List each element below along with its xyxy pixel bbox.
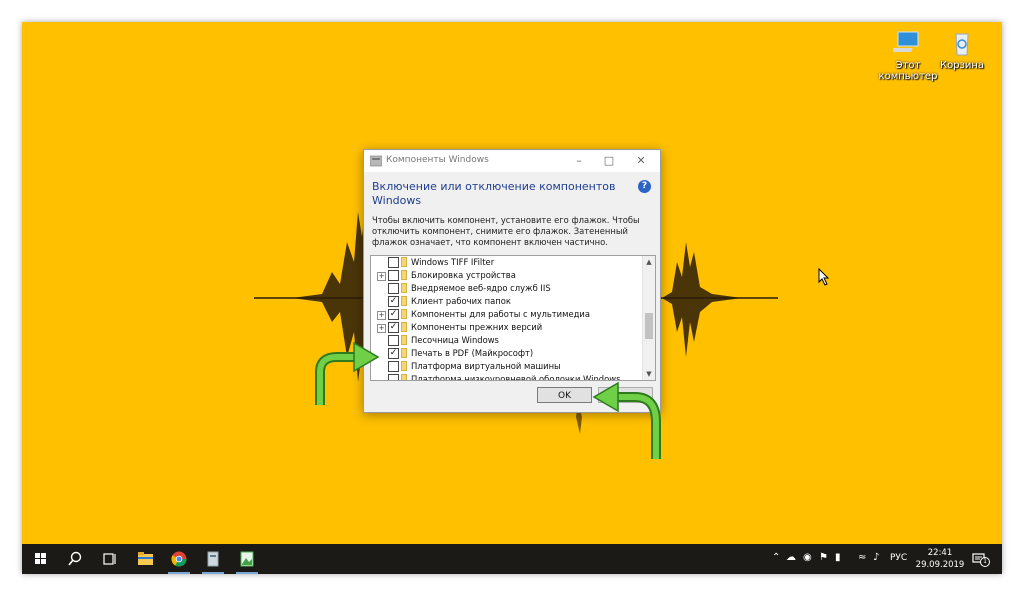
tree-scrollbar[interactable]: ▲ ▼ [642,256,655,380]
dialog-titlebar[interactable]: Компоненты Windows – □ ✕ [364,150,660,172]
battery-icon[interactable]: ▮ [835,552,841,563]
taskbar-explorer[interactable] [128,544,162,574]
feature-checkbox[interactable] [388,283,399,294]
folder-icon [401,322,407,332]
recycle-bin-label: Корзина [939,60,985,71]
recycle-bin-icon [955,33,969,56]
feature-row[interactable]: + ✓ Компоненты прежних версий [371,321,641,334]
desktop-screen: Этот компьютер Корзина Компоненты Window… [22,22,1002,574]
feature-row[interactable]: + ✓ Компоненты для работы с мультимедиа [371,308,641,321]
feature-row[interactable]: ✓ Клиент рабочих папок [371,295,641,308]
feature-label: Внедряемое веб-ядро служб IIS [411,283,551,293]
expand-icon[interactable]: + [377,272,386,281]
feature-checkbox[interactable] [388,361,399,372]
feature-checkbox[interactable]: ✓ [388,348,399,359]
clock[interactable]: 22:41 29.09.2019 [912,547,968,571]
taskbar-app[interactable] [196,544,230,574]
language-indicator[interactable]: РУС [890,553,907,563]
recycle-bin-desktop-icon[interactable]: Корзина [927,28,997,71]
task-view-icon [103,553,116,565]
taskbar-editor[interactable] [230,544,264,574]
help-icon[interactable]: ? [638,180,651,193]
folder-icon [401,374,407,380]
expand-icon[interactable]: + [377,311,386,320]
network-icon[interactable]: ≈ [858,552,866,563]
tray-chevron-icon[interactable]: ⌃ [772,552,780,563]
close-button[interactable]: ✕ [626,152,656,170]
folder-icon [401,270,407,280]
annotation-arrow-right [592,381,661,459]
feature-label: Блокировка устройства [411,270,516,280]
minimize-button[interactable]: – [564,152,594,170]
volume-icon[interactable]: ♪ [873,552,879,563]
feature-label: Компоненты для работы с мультимедиа [411,309,590,319]
feature-label: Песочница Windows [411,335,499,345]
dialog-description: Чтобы включить компонент, установите его… [372,215,640,247]
start-button[interactable] [24,544,58,574]
onedrive-icon[interactable]: ☁ [786,552,796,563]
windows-features-icon [370,155,382,167]
feature-row[interactable]: Внедряемое веб-ядро служб IIS [371,282,641,295]
task-view-button[interactable] [92,544,126,574]
search-button[interactable] [58,544,92,574]
folder-icon [401,309,407,319]
clock-time: 22:41 [927,548,953,558]
feature-label: Компоненты прежних версий [411,322,543,332]
feature-label: Печать в PDF (Майкрософт) [411,348,534,358]
feature-label: Платформа виртуальной машины [411,361,561,371]
clock-date: 29.09.2019 [915,560,965,570]
feature-checkbox[interactable] [388,257,399,268]
flag-icon[interactable]: ⚑ [819,552,828,563]
folder-icon [401,335,407,345]
mouse-cursor-icon [818,268,830,286]
windows-logo-icon [35,553,46,564]
feature-checkbox[interactable]: ✓ [388,296,399,307]
app-icon [207,551,219,567]
folder-icon [401,361,407,371]
feature-checkbox[interactable] [388,374,399,380]
folder-icon [138,552,153,565]
feature-checkbox[interactable]: ✓ [388,309,399,320]
folder-icon [401,283,407,293]
dialog-title: Компоненты Windows [386,155,489,165]
taskbar-chrome[interactable] [162,544,196,574]
maximize-button[interactable]: □ [594,152,624,170]
feature-row[interactable]: Песочница Windows [371,334,641,347]
chrome-icon [171,551,187,567]
feature-checkbox[interactable]: ✓ [388,322,399,333]
feature-row[interactable]: + Блокировка устройства [371,269,641,282]
scroll-up-icon[interactable]: ▲ [643,256,655,268]
feature-checkbox[interactable] [388,270,399,281]
search-icon [68,551,82,566]
folder-icon [401,348,407,358]
notification-count: 1 [980,557,990,567]
image-editor-icon [240,551,254,567]
feature-row[interactable]: Windows TIFF IFilter [371,256,641,269]
taskbar: ⌃ ☁ ◉ ⚑ ▮ ≈ ♪ РУС 22:41 29.09.2019 1 [22,544,1002,574]
folder-icon [401,296,407,306]
dialog-heading: Включение или отключение компонентов Win… [372,180,616,207]
folder-icon [401,257,407,267]
ok-button[interactable]: OK [537,387,592,403]
notification-center-button[interactable]: 1 [972,551,990,567]
annotation-arrow-left [315,341,380,405]
windows-features-dialog: Компоненты Windows – □ ✕ Включение или о… [363,149,661,413]
feature-row[interactable]: ✓ Печать в PDF (Майкрософт) [371,347,641,360]
feature-label: Клиент рабочих папок [411,296,511,306]
feature-row[interactable]: Платформа виртуальной машины [371,360,641,373]
this-pc-icon [893,31,919,52]
features-tree[interactable]: Windows TIFF IFilter + Блокировка устройст… [370,255,656,381]
feature-label: Windows TIFF IFilter [411,257,495,267]
scroll-thumb[interactable] [645,313,653,339]
feature-checkbox[interactable] [388,335,399,346]
globe-icon[interactable]: ◉ [803,552,812,563]
